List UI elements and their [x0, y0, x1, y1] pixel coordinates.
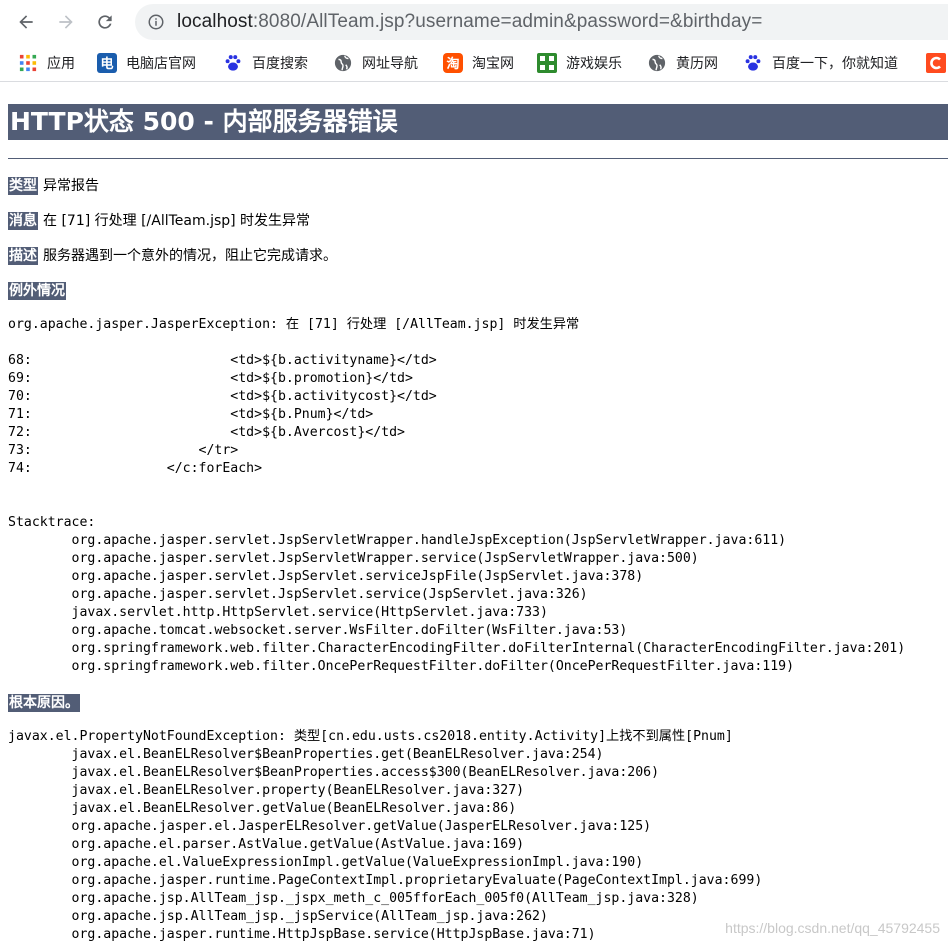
- exception-trace: org.apache.jasper.JasperException: 在 [71…: [8, 316, 905, 676]
- message-value: 在 [71] 行处理 [/AllTeam.jsp] 时发生异常: [43, 213, 311, 229]
- exception-line: 69: <td>${b.promotion}</td>: [8, 371, 413, 386]
- root-cause-row: 根本原因。: [8, 693, 85, 713]
- bookmark-baidu-search[interactable]: 百度搜索: [223, 53, 308, 73]
- root-cause-line: org.apache.jasper.runtime.HttpJspBase.se…: [8, 927, 596, 942]
- description-value: 服务器遇到一个意外的情况，阻止它完成请求。: [43, 248, 337, 264]
- exception-line: org.apache.jasper.servlet.JspServletWrap…: [8, 551, 699, 566]
- root-cause-line: javax.el.BeanELResolver.getValue(BeanELR…: [8, 801, 517, 816]
- url-text[interactable]: localhost:8080/AllTeam.jsp?username=admi…: [177, 11, 762, 33]
- bookmark-label: 黄历网: [676, 56, 718, 72]
- bookmark-huangli[interactable]: 黄历网: [647, 53, 718, 73]
- exception-line: org.apache.jasper.servlet.JspServlet.ser…: [8, 569, 644, 584]
- bookmark-label: 电脑店官网: [126, 56, 196, 72]
- message-label: 消息: [8, 212, 38, 230]
- info-icon[interactable]: [147, 13, 165, 31]
- exception-line: org.apache.jasper.servlet.JspServlet.ser…: [8, 587, 588, 602]
- forward-button[interactable]: [50, 6, 82, 38]
- bookmark-label: 淘宝网: [472, 56, 514, 72]
- exception-line: 74: </c:forEach>: [8, 461, 263, 476]
- exception-label: 例外情况: [8, 282, 66, 300]
- reload-icon: [98, 15, 112, 29]
- globe-icon: [333, 53, 353, 73]
- bookmark-label: 应用: [47, 56, 75, 72]
- bookmark-label: 游戏娱乐: [566, 56, 622, 72]
- url-host: localhost: [177, 11, 253, 32]
- type-label: 类型: [8, 177, 38, 195]
- error-page: HTTP状态 500 - 内部服务器错误 类型 异常报告 消息在 [71] 行处理…: [0, 82, 948, 944]
- exception-line: 70: <td>${b.activitycost}</td>: [8, 389, 437, 404]
- bookmark-label: 百度一下，你就知道: [772, 56, 898, 72]
- exception-line: [8, 334, 905, 352]
- arrow-left-icon: [19, 15, 33, 29]
- exception-row: 例外情况: [8, 281, 71, 301]
- bookmark-diannaodian[interactable]: 电 电脑店官网: [97, 53, 196, 73]
- bookmark-taobao[interactable]: 淘 淘宝网: [443, 53, 514, 73]
- baidu-paw-icon: [743, 53, 763, 73]
- root-cause-line: org.apache.jsp.AllTeam_jsp._jspService(A…: [8, 909, 548, 924]
- bookmark-baidu-yixia[interactable]: 百度一下，你就知道: [743, 53, 898, 73]
- arrow-right-icon: [59, 15, 73, 29]
- root-cause-line: org.apache.el.parser.AstValue.getValue(A…: [8, 837, 525, 852]
- exception-line: javax.servlet.http.HttpServlet.service(H…: [8, 605, 548, 620]
- exception-line: org.apache.jasper.JasperException: 在 [71…: [8, 317, 580, 332]
- watermark: https://blog.csdn.net/qq_45792455: [725, 920, 940, 936]
- message-row: 消息在 [71] 行处理 [/AllTeam.jsp] 时发生异常: [8, 211, 310, 231]
- exception-line: org.apache.tomcat.websocket.server.WsFil…: [8, 623, 628, 638]
- root-cause-line: javax.el.BeanELResolver.property(BeanELR…: [8, 783, 525, 798]
- exception-line: 71: <td>${b.Pnum}</td>: [8, 407, 374, 422]
- exception-line: org.springframework.web.filter.OncePerRe…: [8, 659, 795, 674]
- root-cause-line: org.apache.jasper.el.JasperELResolver.ge…: [8, 819, 652, 834]
- type-value: 异常报告: [43, 178, 99, 194]
- page-title: HTTP状态 500 - 内部服务器错误: [8, 104, 948, 140]
- exception-line: 68: <td>${b.activityname}</td>: [8, 353, 437, 368]
- exception-line: 73: </tr>: [8, 443, 239, 458]
- root-cause-line: org.apache.jasper.runtime.PageContextImp…: [8, 873, 763, 888]
- svg-text:淘: 淘: [446, 56, 459, 72]
- exception-line: Stacktrace:: [8, 515, 96, 530]
- exception-line: [8, 496, 905, 514]
- exception-line: org.apache.jasper.servlet.JspServletWrap…: [8, 533, 787, 548]
- description-label: 描述: [8, 247, 38, 265]
- bookmark-youxi-yule[interactable]: 游戏娱乐: [537, 53, 622, 73]
- bookmark-apps[interactable]: 应用: [18, 53, 75, 73]
- taobao-icon: 淘: [443, 53, 463, 73]
- divider: [8, 158, 948, 159]
- baidu-paw-icon: [223, 53, 243, 73]
- bookmark-overflow[interactable]: [926, 53, 948, 73]
- bookmarks-bar: 应用 电 电脑店官网 百度搜索 网址导航 淘 淘宝网 游戏娱乐 黄历网 百度一下…: [0, 44, 948, 82]
- description-row: 描述 服务器遇到一个意外的情况，阻止它完成请求。: [8, 246, 337, 266]
- browser-toolbar: localhost:8080/AllTeam.jsp?username=admi…: [0, 0, 948, 44]
- root-cause-line: javax.el.BeanELResolver$BeanProperties.a…: [8, 765, 660, 780]
- apps-grid-icon: [18, 53, 38, 73]
- root-cause-line: org.apache.el.ValueExpressionImpl.getVal…: [8, 855, 644, 870]
- bookmark-wangzhi-daohang[interactable]: 网址导航: [333, 53, 418, 73]
- root-cause-label: 根本原因。: [8, 694, 80, 712]
- address-bar[interactable]: localhost:8080/AllTeam.jsp?username=admi…: [135, 4, 948, 40]
- type-row: 类型 异常报告: [8, 176, 99, 196]
- globe-icon: [647, 53, 667, 73]
- bookmark-label: 网址导航: [362, 56, 418, 72]
- diannaodian-icon: 电: [97, 53, 117, 73]
- game-icon: [537, 53, 557, 73]
- root-cause-line: org.apache.jsp.AllTeam_jsp._jspx_meth_c_…: [8, 891, 699, 906]
- svg-text:电: 电: [100, 56, 113, 72]
- exception-line: org.springframework.web.filter.Character…: [8, 641, 906, 656]
- red-c-icon: [926, 53, 946, 73]
- bookmark-label: 百度搜索: [252, 56, 308, 72]
- url-path: :8080/AllTeam.jsp?username=admin&passwor…: [252, 11, 763, 32]
- root-cause-line: javax.el.BeanELResolver$BeanProperties.g…: [8, 747, 604, 762]
- back-button[interactable]: [10, 6, 42, 38]
- root-cause-trace: javax.el.PropertyNotFoundException: 类型[c…: [8, 728, 762, 944]
- exception-line: [8, 478, 905, 496]
- reload-button[interactable]: [89, 6, 121, 38]
- exception-line: 72: <td>${b.Avercost}</td>: [8, 425, 405, 440]
- root-cause-line: javax.el.PropertyNotFoundException: 类型[c…: [8, 729, 733, 744]
